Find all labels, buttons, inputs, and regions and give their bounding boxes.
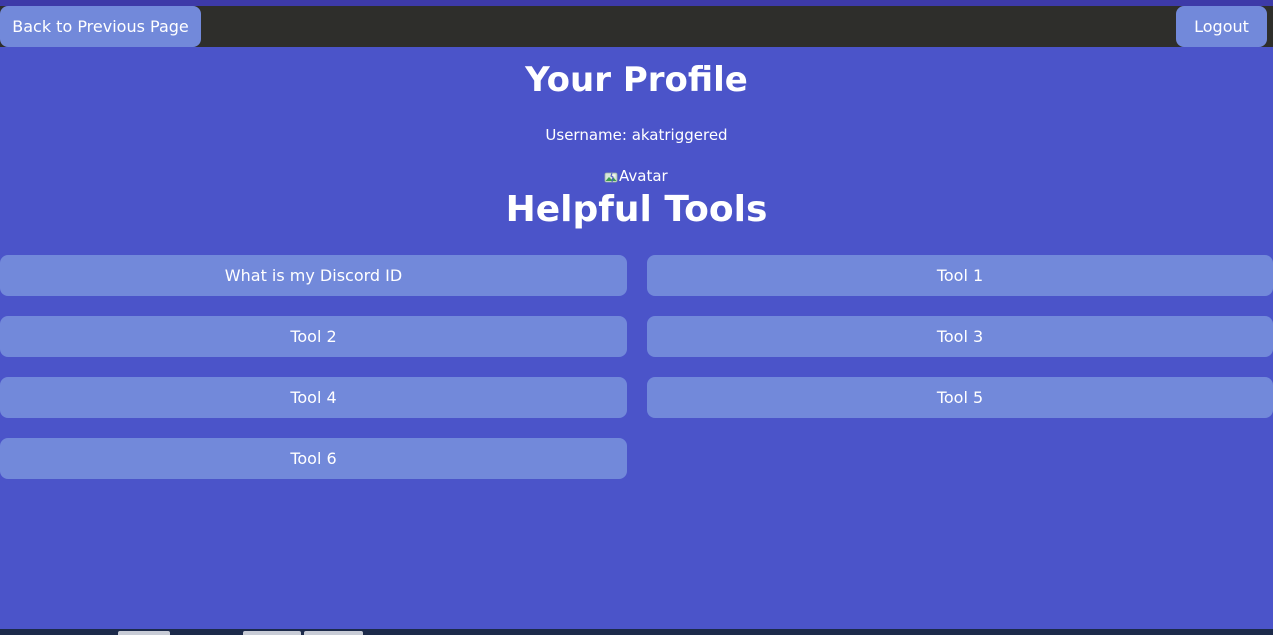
tool-6-button[interactable]: Tool 6: [0, 438, 627, 479]
tool-3-button[interactable]: Tool 3: [647, 316, 1273, 357]
taskbar: [0, 629, 1273, 635]
taskbar-item[interactable]: [118, 631, 170, 635]
tool-1-button[interactable]: Tool 1: [647, 255, 1273, 296]
top-navbar: Back to Previous Page Logout: [0, 6, 1273, 47]
username-text: Username: akatriggered: [545, 126, 728, 144]
avatar-alt-text: Avatar: [619, 167, 668, 185]
tools-section-title: Helpful Tools: [505, 189, 768, 230]
page-title: Your Profile: [525, 60, 748, 100]
tool-5-button[interactable]: Tool 5: [647, 377, 1273, 418]
avatar: Avatar: [604, 166, 668, 186]
tool-4-button[interactable]: Tool 4: [0, 377, 627, 418]
logout-button[interactable]: Logout: [1176, 6, 1267, 47]
taskbar-item[interactable]: [243, 631, 301, 635]
discord-id-tool-button[interactable]: What is my Discord ID: [0, 255, 627, 296]
broken-image-icon: [604, 169, 618, 183]
taskbar-item[interactable]: [304, 631, 363, 635]
tool-2-button[interactable]: Tool 2: [0, 316, 627, 357]
back-to-previous-page-button[interactable]: Back to Previous Page: [0, 6, 201, 47]
